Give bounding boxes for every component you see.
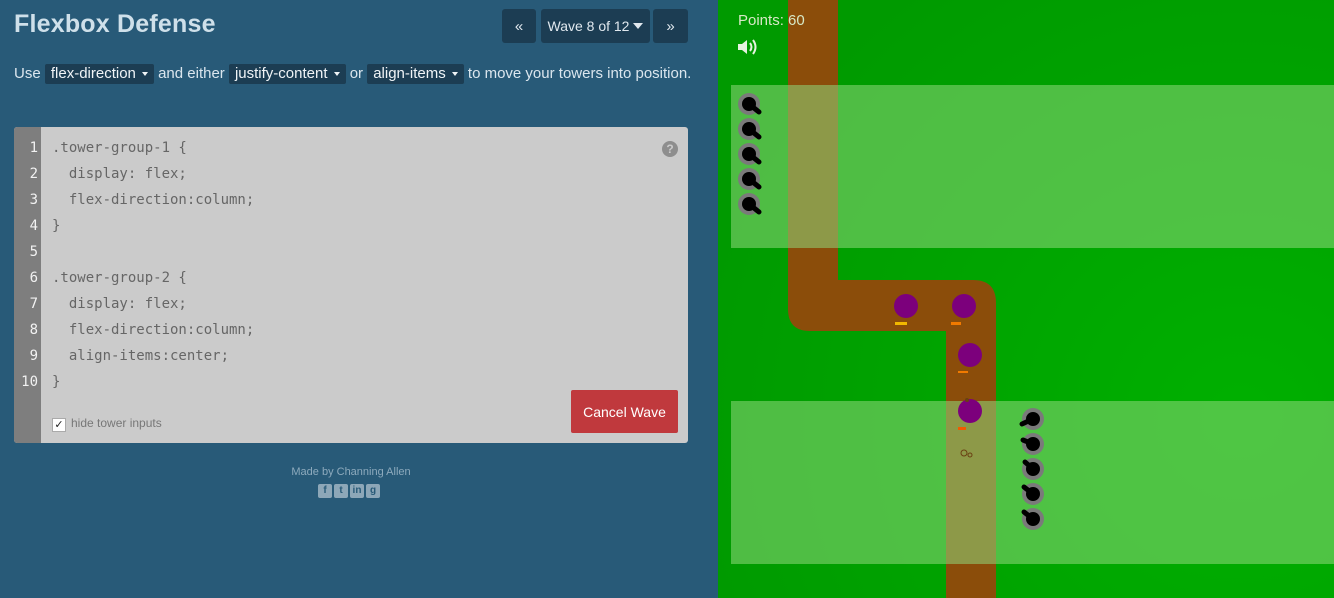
align-items-dropdown[interactable]: align-items: [367, 64, 464, 84]
line-number: 6: [29, 270, 38, 286]
line-number: 10: [21, 374, 38, 390]
code-line[interactable]: align-items:center;: [52, 348, 229, 364]
linkedin-icon[interactable]: in: [350, 484, 364, 498]
github-icon[interactable]: g: [366, 484, 380, 498]
speaker-icon[interactable]: [737, 38, 759, 56]
next-wave-button[interactable]: »: [653, 9, 688, 43]
tower[interactable]: [1022, 458, 1044, 480]
tower[interactable]: [1020, 433, 1044, 455]
tower[interactable]: [738, 193, 762, 215]
line-number: 8: [29, 322, 38, 338]
instruction-text: to move your towers into position.: [467, 65, 692, 82]
hide-inputs-label: hide tower inputs: [71, 416, 162, 430]
line-number: 7: [29, 296, 38, 312]
code-line[interactable]: }: [52, 218, 60, 234]
justify-content-dropdown[interactable]: justify-content: [228, 64, 346, 84]
instruction-text: or: [349, 65, 364, 82]
code-line[interactable]: }: [52, 374, 60, 390]
points-counter: Points: 60: [738, 12, 805, 29]
instruction-text: Use: [14, 65, 41, 82]
instruction-text: and either: [158, 65, 225, 82]
code-line[interactable]: display: flex;: [52, 166, 187, 182]
tower-group-2: [1019, 408, 1044, 530]
caret-down-icon: [333, 72, 340, 77]
cancel-wave-button[interactable]: Cancel Wave: [571, 390, 678, 433]
tower-zone-1: [731, 85, 1334, 248]
wave-label: Wave 8 of 12: [547, 18, 630, 34]
line-number: 9: [29, 348, 38, 364]
control-panel: Flexbox Defense « Wave 8 of 12 » Use fle…: [0, 0, 718, 598]
line-number: 5: [29, 244, 38, 260]
tower[interactable]: [738, 118, 762, 140]
css-editor[interactable]: 1 2 3 4 5 6 7 8 9 10 .tower-group-1 { di…: [14, 127, 688, 443]
twitter-icon[interactable]: t: [334, 484, 348, 498]
credit-text: Made by Channing Allen: [291, 466, 411, 478]
dropdown-label: justify-content: [234, 65, 328, 82]
flex-direction-dropdown[interactable]: flex-direction: [44, 64, 154, 84]
tower[interactable]: [1021, 483, 1044, 505]
line-number: 4: [29, 218, 38, 234]
line-number: 1: [29, 140, 38, 156]
previous-wave-button[interactable]: «: [502, 9, 536, 43]
code-line[interactable]: .tower-group-2 {: [52, 270, 187, 286]
caret-down-icon: [451, 72, 458, 77]
tower[interactable]: [738, 93, 762, 115]
code-line[interactable]: display: flex;: [52, 296, 187, 312]
line-number: 2: [29, 166, 38, 182]
caret-down-icon: [633, 23, 644, 29]
page-title: Flexbox Defense: [14, 10, 216, 38]
code-line[interactable]: flex-direction:column;: [52, 192, 254, 208]
line-number: 3: [29, 192, 38, 208]
tower-group-1: [738, 93, 762, 215]
code-line[interactable]: .tower-group-1 {: [52, 140, 187, 156]
dropdown-label: flex-direction: [50, 65, 136, 82]
caret-down-icon: [141, 72, 148, 77]
social-links: f t in g: [318, 484, 380, 498]
dropdown-label: align-items: [373, 65, 446, 82]
tower[interactable]: [1021, 508, 1044, 530]
game-board: [718, 0, 1334, 598]
double-chevron-left-icon: «: [514, 17, 524, 35]
facebook-icon[interactable]: f: [318, 484, 332, 498]
code-line[interactable]: flex-direction:column;: [52, 322, 254, 338]
tower[interactable]: [738, 168, 762, 190]
wave-select[interactable]: Wave 8 of 12: [541, 9, 650, 43]
instructions: Use flex-direction and either justify-co…: [14, 63, 694, 85]
tower[interactable]: [738, 143, 762, 165]
hide-inputs-checkbox[interactable]: ✓: [52, 418, 66, 432]
tower[interactable]: [1019, 408, 1044, 430]
double-chevron-right-icon: »: [666, 17, 675, 35]
help-icon[interactable]: ?: [662, 141, 678, 157]
